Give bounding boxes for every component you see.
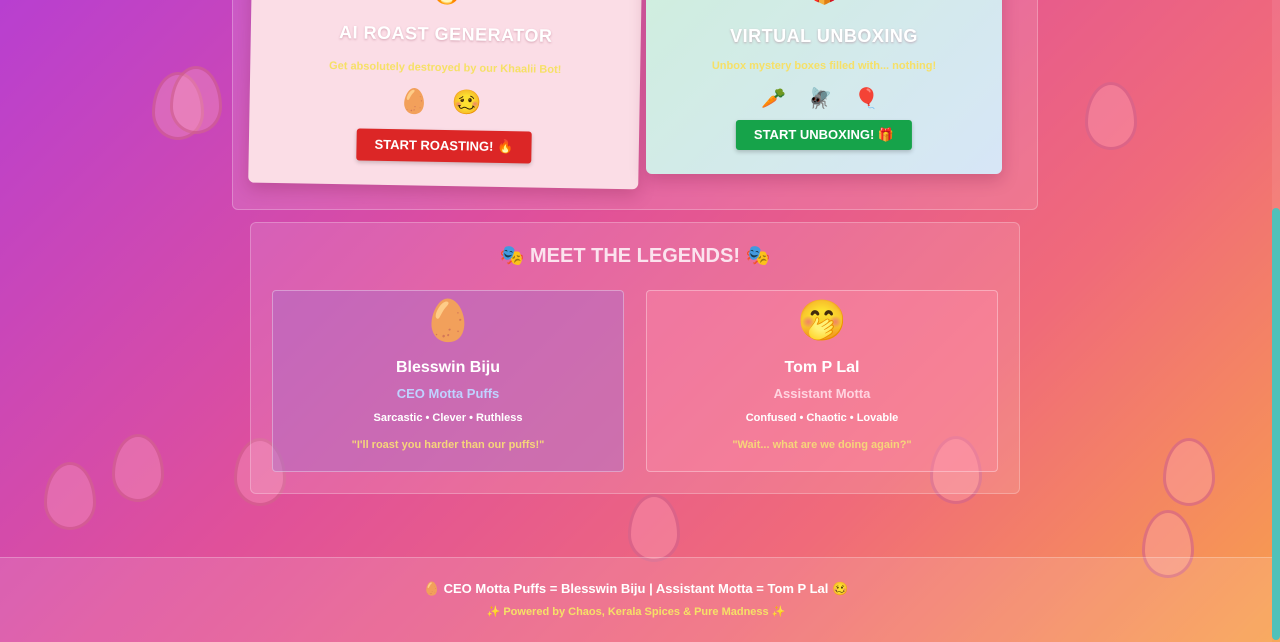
legend-role: CEO Motta Puffs: [396, 386, 500, 401]
virtual-unboxing-card: 🎁 VIRTUAL UNBOXING Unbox mystery boxes f…: [646, 0, 1002, 174]
scrollbar-thumb[interactable]: [1272, 208, 1280, 640]
smirk-face-avatar-icon: 🤭: [797, 299, 847, 343]
start-unboxing-button[interactable]: START UNBOXING! 🎁: [735, 120, 913, 150]
legend-name: Tom P Lal: [784, 359, 860, 376]
unbox-card-title: VIRTUAL UNBOXING: [730, 26, 918, 46]
background-egg-icon: [170, 66, 222, 134]
fire-icon: 🔥: [429, 0, 464, 5]
legend-name: Blesswin Biju: [395, 359, 501, 376]
start-roasting-button[interactable]: START ROASTING! 🔥: [356, 128, 532, 164]
legend-card-blesswin: 🥚 Blesswin Biju CEO Motta Puffs Sarcasti…: [272, 290, 624, 472]
footer: 🥚 CEO Motta Puffs = Blesswin Biju | Assi…: [0, 557, 1272, 642]
legends-panel: 🎭 MEET THE LEGENDS! 🎭 🥚 Blesswin Biju CE…: [250, 222, 1020, 494]
footer-credits: 🥚 CEO Motta Puffs = Blesswin Biju | Assi…: [423, 581, 849, 596]
background-egg-icon: [1163, 438, 1215, 506]
legend-quote: "Wait... what are we doing again?": [732, 439, 912, 451]
unbox-card-emojis: 🥕 🪰 🎈: [761, 88, 887, 110]
legends-title: 🎭 MEET THE LEGENDS! 🎭: [499, 245, 771, 267]
legend-traits: Confused • Chaotic • Lovable: [745, 412, 899, 424]
legend-traits: Sarcastic • Clever • Ruthless: [373, 412, 523, 424]
roast-generator-card: 🔥 AI ROAST GENERATOR Get absolutely dest…: [248, 0, 642, 190]
roast-card-emojis: 🥚 🥴: [399, 88, 491, 117]
unbox-card-subtitle: Unbox mystery boxes filled with... nothi…: [711, 60, 937, 72]
legend-card-tom: 🤭 Tom P Lal Assistant Motta Confused • C…: [646, 290, 998, 472]
legend-quote: "I'll roast you harder than our puffs!": [351, 439, 545, 451]
roast-card-title: AI ROAST GENERATOR: [338, 22, 553, 46]
roast-card-subtitle: Get absolutely destroyed by our Khaalii …: [328, 59, 562, 77]
legend-role: Assistant Motta: [773, 386, 871, 401]
background-egg-icon: [44, 462, 96, 530]
egg-avatar-icon: 🥚: [423, 299, 473, 343]
background-egg-icon: [112, 434, 164, 502]
background-egg-icon: [1085, 82, 1137, 150]
gift-icon: 🎁: [807, 0, 842, 4]
footer-powered-by: ✨ Powered by Chaos, Kerala Spices & Pure…: [486, 606, 786, 618]
background-egg-icon: [628, 494, 680, 562]
